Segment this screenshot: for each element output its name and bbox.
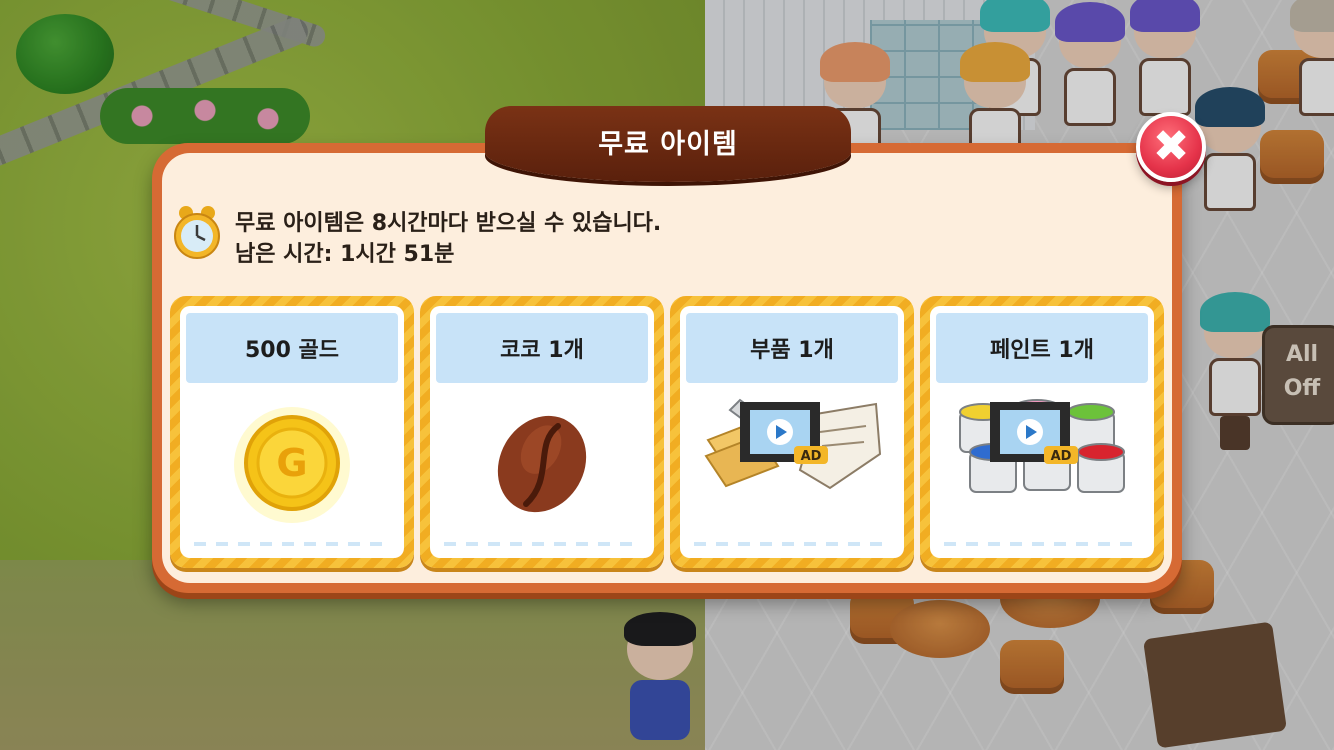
item-card-label: 부품 1개 — [686, 313, 898, 383]
alarm-clock-icon — [172, 203, 222, 261]
gold-coin-icon: G — [180, 392, 404, 538]
close-button[interactable]: ✖ — [1136, 112, 1206, 182]
svg-text:G: G — [276, 441, 307, 485]
item-card-label: 500 골드 — [186, 313, 398, 383]
ad-badge-label: AD — [1051, 449, 1072, 464]
video-ad-icon: AD — [986, 398, 1082, 466]
item-card-parts[interactable]: 부품 1개 AD — [670, 296, 914, 568]
item-card-label: 페인트 1개 — [936, 313, 1148, 383]
remaining-time-text: 남은 시간: 1시간 51분 — [235, 242, 455, 267]
dialog-title-ribbon: 무료 아이템 — [485, 106, 851, 182]
dialog-title: 무료 아이템 — [598, 128, 738, 160]
coffee-bean-icon — [430, 392, 654, 538]
item-card-label: 코코 1개 — [436, 313, 648, 383]
video-ad-icon: AD — [736, 398, 832, 466]
close-icon: ✖ — [1152, 121, 1190, 172]
ad-badge-label: AD — [801, 449, 822, 464]
item-card-paint[interactable]: 페인트 1개 AD — [920, 296, 1164, 568]
refresh-info-text: 무료 아이템은 8시간마다 받으실 수 있습니다. — [235, 211, 662, 236]
item-card-gold[interactable]: 500 골드 G — [170, 296, 414, 568]
item-card-coco[interactable]: 코코 1개 — [420, 296, 664, 568]
